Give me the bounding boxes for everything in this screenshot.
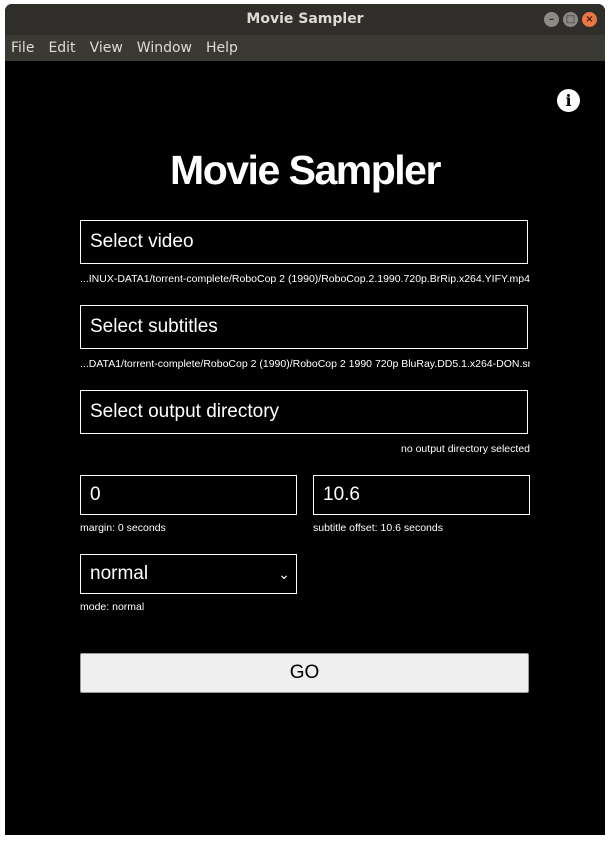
close-button[interactable]: × (582, 12, 597, 27)
mode-select[interactable]: normal ⌄ (80, 554, 297, 594)
window-controls: – □ × (544, 12, 597, 27)
app-window: Movie Sampler – □ × File Edit View Windo… (5, 4, 605, 835)
chevron-down-icon: ⌄ (278, 566, 290, 582)
subtitle-offset-hint: subtitle offset: 10.6 seconds (313, 522, 443, 534)
minimize-button[interactable]: – (544, 12, 559, 27)
main-content: i Movie Sampler Select video ...INUX-DAT… (5, 61, 605, 835)
subtitles-path: ...DATA1/torrent-complete/RoboCop 2 (199… (80, 358, 530, 370)
go-button[interactable]: GO (80, 653, 529, 693)
menu-window[interactable]: Window (130, 35, 199, 61)
mode-select-value: normal (90, 563, 149, 584)
menu-bar: File Edit View Window Help (5, 35, 605, 61)
video-path: ...INUX-DATA1/torrent-complete/RoboCop 2… (80, 273, 530, 285)
select-subtitles-button[interactable]: Select subtitles (80, 305, 528, 349)
menu-edit[interactable]: Edit (41, 35, 82, 61)
window-titlebar[interactable]: Movie Sampler – □ × (5, 4, 605, 35)
output-directory-path: no output directory selected (401, 443, 530, 455)
window-title: Movie Sampler (246, 11, 364, 27)
select-output-directory-button[interactable]: Select output directory (80, 390, 528, 434)
margin-input[interactable]: 0 (80, 475, 297, 515)
mode-hint: mode: normal (80, 601, 145, 613)
subtitle-offset-input[interactable]: 10.6 (313, 475, 530, 515)
menu-view[interactable]: View (83, 35, 130, 61)
select-video-button[interactable]: Select video (80, 220, 528, 264)
page-title: Movie Sampler (170, 147, 441, 193)
menu-help[interactable]: Help (199, 35, 245, 61)
maximize-button[interactable]: □ (563, 12, 578, 27)
margin-hint: margin: 0 seconds (80, 522, 166, 534)
menu-file[interactable]: File (5, 35, 41, 61)
info-icon[interactable]: i (557, 89, 580, 112)
